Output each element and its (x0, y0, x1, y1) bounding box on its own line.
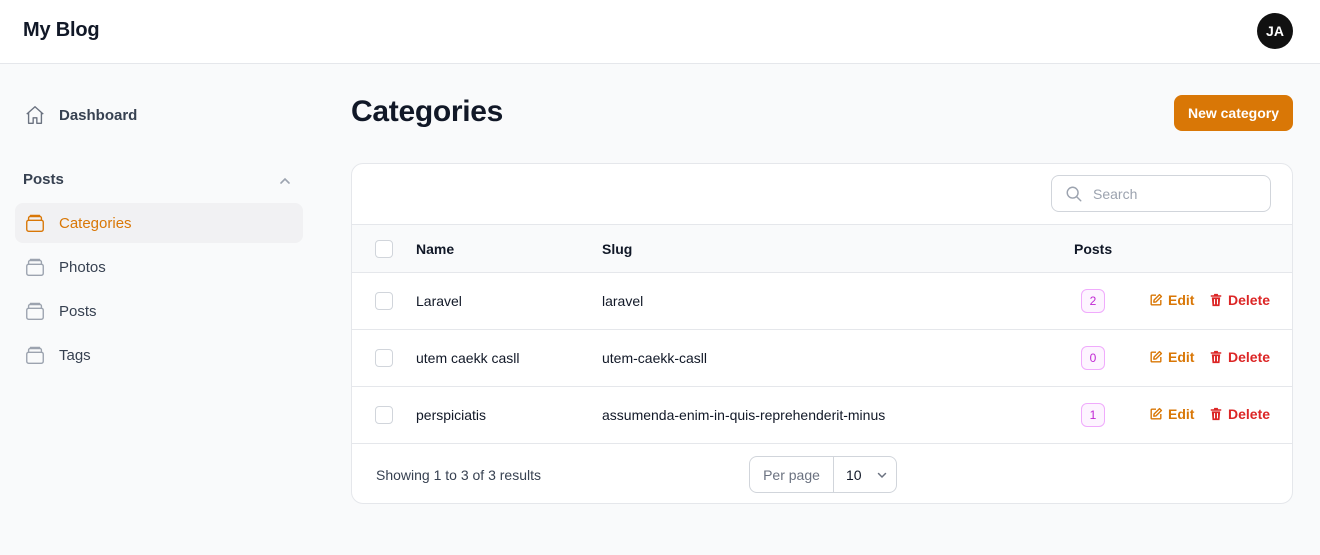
edit-icon (1149, 293, 1163, 307)
per-page-value: 10 (846, 466, 862, 483)
category-name: perspiciatis (416, 407, 487, 423)
row-checkbox[interactable] (375, 292, 393, 310)
per-page-label: Per page (750, 457, 834, 492)
user-avatar[interactable]: JA (1257, 13, 1293, 49)
delete-button[interactable]: Delete (1209, 406, 1270, 422)
sidebar-item-label: Categories (59, 214, 132, 232)
table-row: utem caekk casll utem-caekk-casll 0 Edit… (352, 330, 1292, 387)
row-checkbox[interactable] (375, 406, 393, 424)
row-checkbox[interactable] (375, 349, 393, 367)
sidebar-item-dashboard[interactable]: Dashboard (15, 95, 303, 135)
trash-icon (1209, 407, 1223, 421)
per-page-select[interactable]: 10 (834, 457, 896, 492)
trash-icon (1209, 293, 1223, 307)
sidebar-item-label: Photos (59, 258, 106, 276)
pagination-summary: Showing 1 to 3 of 3 results (376, 467, 541, 483)
search-icon (1065, 185, 1083, 203)
select-all-checkbox[interactable] (375, 240, 393, 258)
search-input[interactable] (1093, 185, 1263, 202)
sidebar-item-categories[interactable]: Categories (15, 203, 303, 243)
column-header-slug[interactable]: Slug (602, 241, 632, 257)
edit-icon (1149, 407, 1163, 421)
delete-button[interactable]: Delete (1209, 349, 1270, 365)
chevron-up-icon[interactable] (277, 173, 293, 189)
column-header-name[interactable]: Name (416, 241, 454, 257)
category-slug: assumenda-enim-in-quis-reprehenderit-min… (602, 407, 886, 423)
edit-label: Edit (1168, 349, 1195, 365)
edit-button[interactable]: Edit (1149, 406, 1194, 422)
table-row: Laravel laravel 2 Edit Delete (352, 273, 1292, 330)
sidebar-group-posts[interactable]: Posts (23, 171, 64, 188)
top-bar: My Blog JA (0, 0, 1320, 64)
sidebar-item-label: Tags (59, 346, 91, 364)
folder-icon (24, 256, 46, 278)
delete-label: Delete (1228, 292, 1271, 308)
posts-count-badge: 2 (1081, 289, 1105, 313)
page-title: Categories (351, 95, 504, 128)
table-header: Name Slug Posts (352, 224, 1292, 273)
delete-button[interactable]: Delete (1209, 292, 1270, 308)
posts-count-badge: 0 (1081, 346, 1105, 370)
category-name: utem caekk casll (416, 350, 520, 366)
sidebar-item-tags[interactable]: Tags (15, 335, 303, 375)
trash-icon (1209, 350, 1223, 364)
folder-icon (24, 344, 46, 366)
edit-button[interactable]: Edit (1149, 292, 1194, 308)
edit-label: Edit (1168, 406, 1195, 422)
edit-button[interactable]: Edit (1149, 349, 1194, 365)
table-row: perspiciatis assumenda-enim-in-quis-repr… (352, 387, 1292, 444)
per-page-control: Per page 10 (749, 456, 897, 493)
category-name: Laravel (416, 293, 462, 309)
sidebar-item-posts[interactable]: Posts (15, 291, 303, 331)
new-category-button[interactable]: New category (1174, 95, 1293, 131)
edit-label: Edit (1168, 292, 1195, 308)
chevron-down-icon (876, 469, 888, 481)
sidebar-item-label: Dashboard (59, 106, 138, 124)
delete-label: Delete (1228, 406, 1271, 422)
categories-table-card: Name Slug Posts Laravel laravel 2 Edit D… (351, 163, 1293, 504)
sidebar-item-photos[interactable]: Photos (15, 247, 303, 287)
app-title[interactable]: My Blog (23, 19, 100, 42)
edit-icon (1149, 350, 1163, 364)
folder-icon (24, 212, 46, 234)
folder-icon (24, 300, 46, 322)
category-slug: laravel (602, 293, 644, 309)
column-header-posts[interactable]: Posts (1074, 241, 1112, 257)
category-slug: utem-caekk-casll (602, 350, 708, 366)
search-field[interactable] (1051, 175, 1271, 212)
posts-count-badge: 1 (1081, 403, 1105, 427)
delete-label: Delete (1228, 349, 1271, 365)
home-icon (24, 104, 46, 126)
sidebar-item-label: Posts (59, 302, 97, 320)
